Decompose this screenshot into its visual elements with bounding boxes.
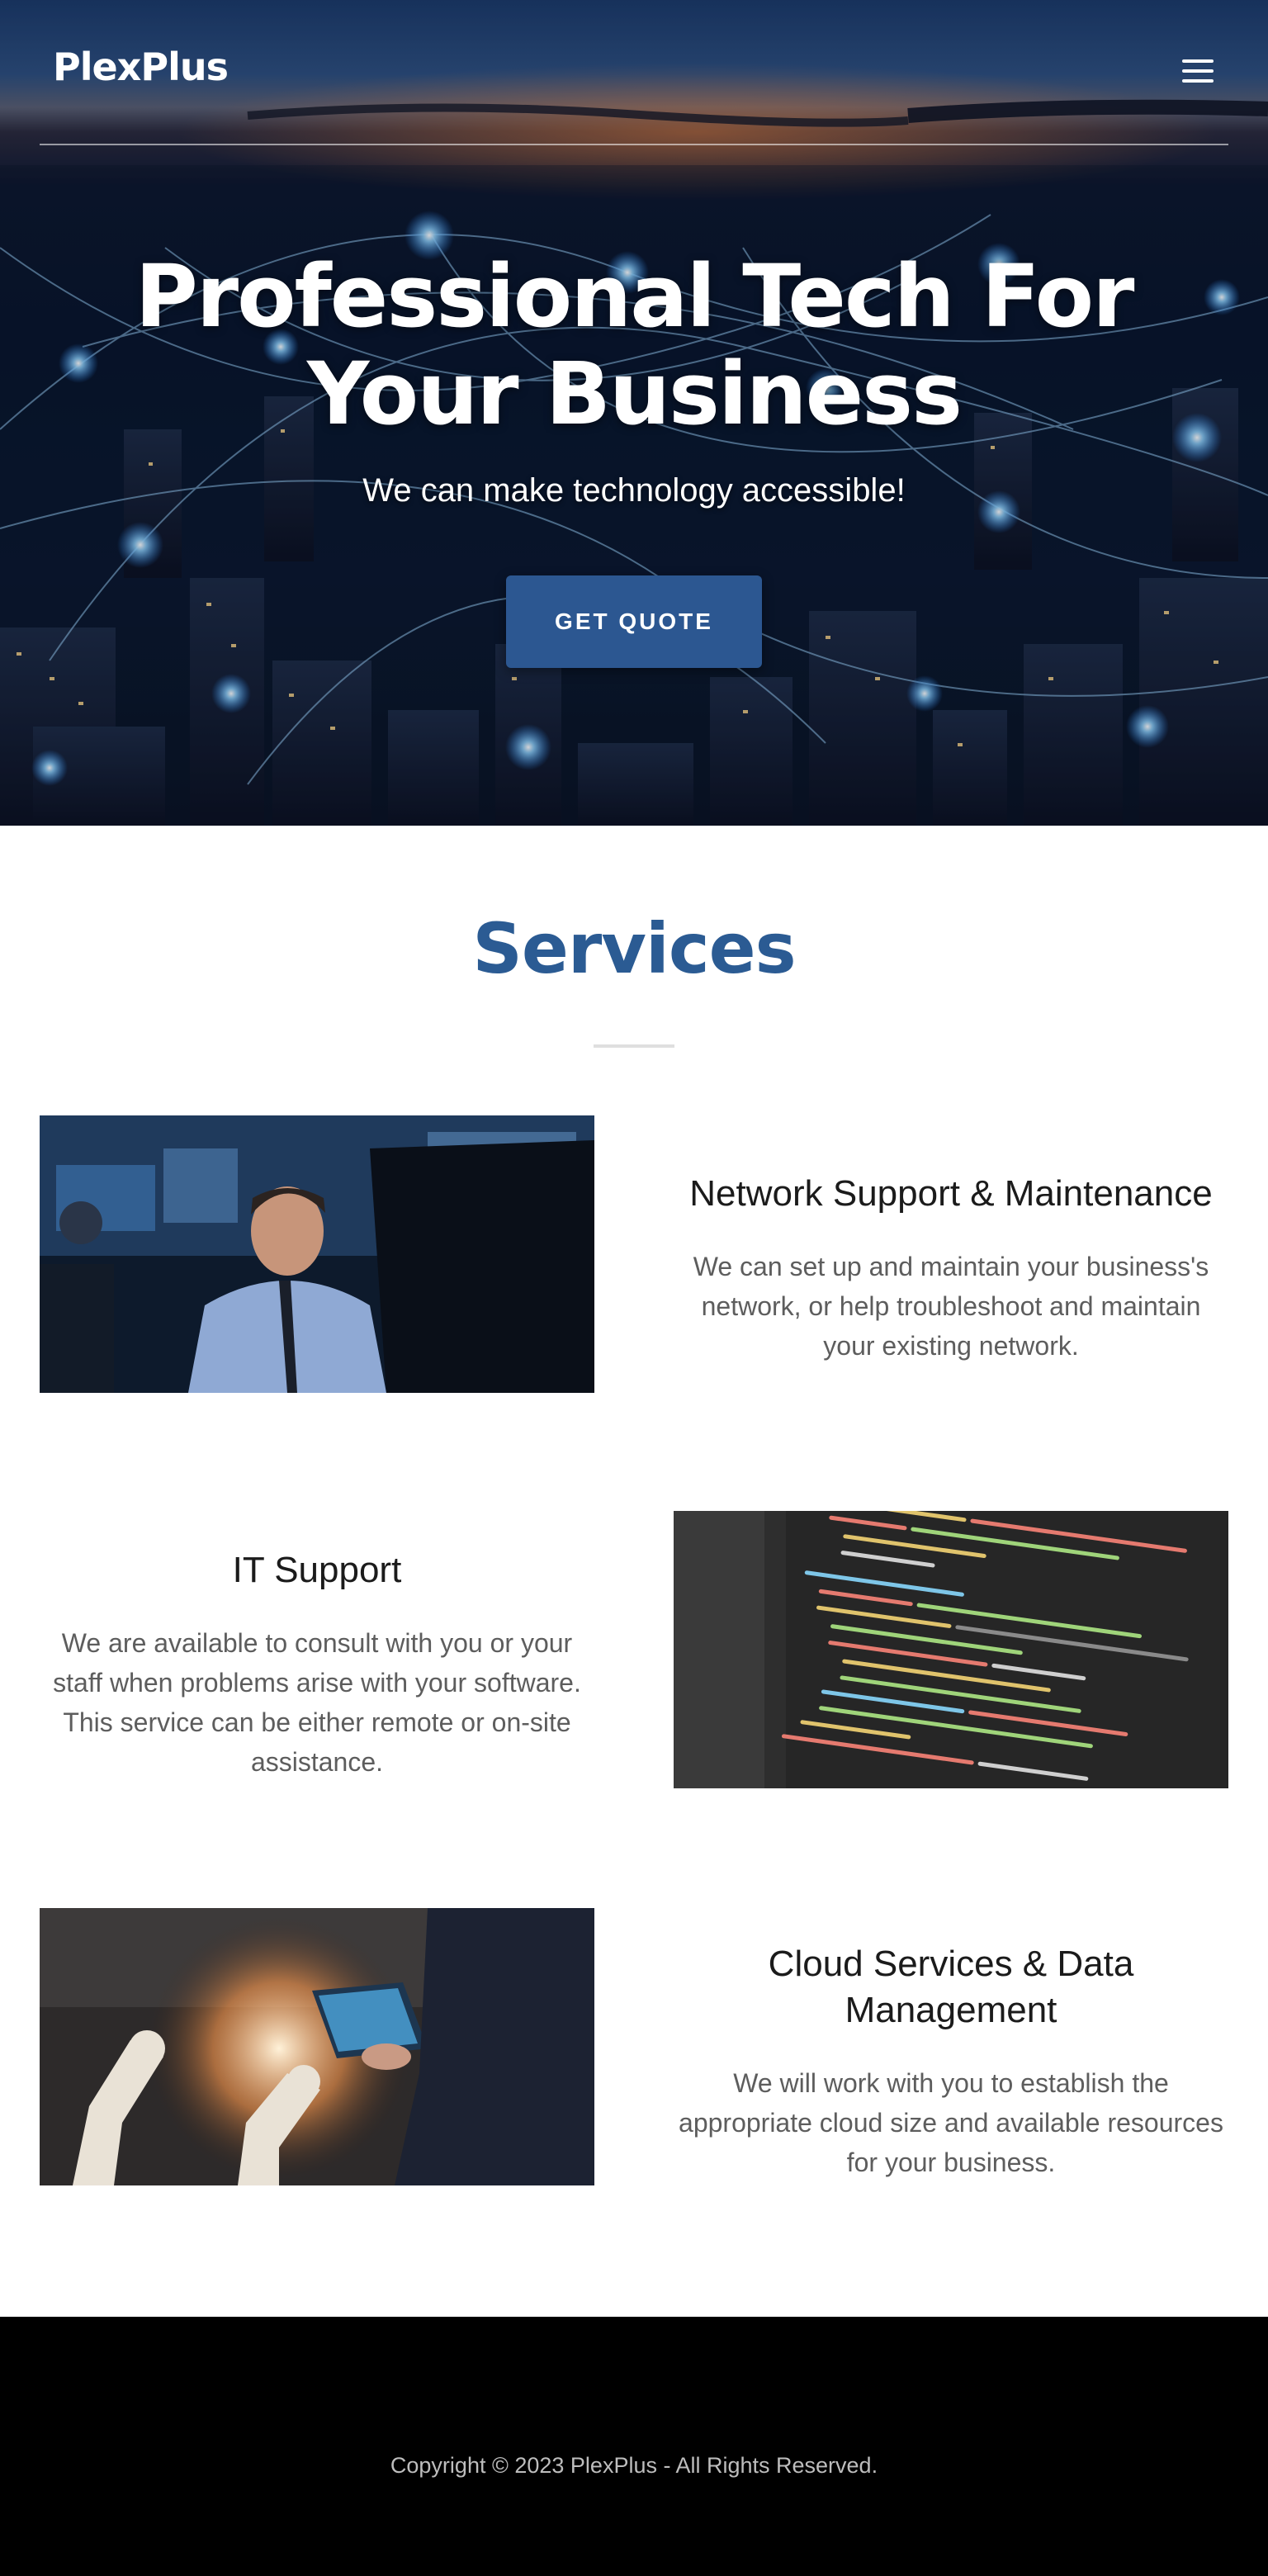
- site-logo[interactable]: PlexPlus: [53, 45, 229, 89]
- cloud-services-robotics-image: [40, 1908, 594, 2185]
- menu-line: [1182, 59, 1214, 63]
- service-card-network: Network Support & Maintenance We can set…: [674, 1171, 1228, 1366]
- service-heading: Cloud Services & Data Management: [768, 1944, 1134, 2030]
- top-navigation: PlexPlus: [40, 33, 1228, 145]
- hero-subtitle: We can make technology accessible!: [362, 472, 906, 509]
- hero-title: Professional Tech For Your Business: [135, 246, 1135, 444]
- it-support-code-image: [674, 1511, 1228, 1788]
- service-description: We will work with you to establish the a…: [679, 2068, 1223, 2177]
- service-heading: IT Support: [232, 1550, 402, 1590]
- service-description: We are available to consult with you or …: [53, 1628, 581, 1777]
- network-support-image: [40, 1115, 594, 1393]
- service-card-cloud: Cloud Services & Data Management We will…: [674, 1941, 1228, 2182]
- get-quote-button[interactable]: GET QUOTE: [506, 575, 762, 668]
- services-title: Services: [472, 908, 796, 989]
- site-footer: Copyright © 2023 PlexPlus - All Rights R…: [0, 2317, 1268, 2576]
- service-description: We can set up and maintain your business…: [693, 1252, 1209, 1361]
- service-card-it-support: IT Support We are available to consult w…: [40, 1547, 594, 1782]
- hamburger-menu-icon[interactable]: [1182, 58, 1214, 84]
- menu-line: [1182, 79, 1214, 83]
- copyright-text: Copyright © 2023 PlexPlus - All Rights R…: [390, 2453, 878, 2478]
- menu-line: [1182, 69, 1214, 73]
- service-heading: Network Support & Maintenance: [689, 1173, 1213, 1214]
- services-divider: [594, 1044, 674, 1048]
- hero-section: PlexPlus Professional Tech For Your Busi…: [0, 0, 1268, 826]
